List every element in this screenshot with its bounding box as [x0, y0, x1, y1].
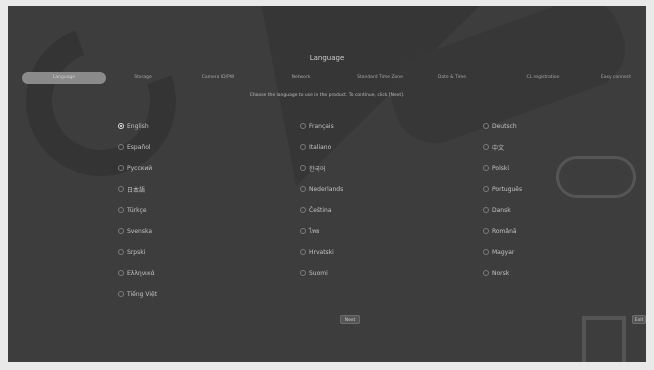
language-option-turkish[interactable]: Türkçe	[118, 205, 147, 215]
language-label: Dansk	[492, 206, 511, 214]
language-option-english[interactable]: English	[118, 121, 149, 131]
radio-icon	[118, 291, 124, 297]
language-option-swedish[interactable]: Svenska	[118, 226, 152, 236]
setup-screen: Language Language Storage Camera ID/PW N…	[8, 6, 646, 362]
language-option-polish[interactable]: Polski	[483, 163, 509, 173]
radio-icon	[483, 249, 489, 255]
language-label: Hrvatski	[309, 248, 334, 256]
language-option-croatian[interactable]: Hrvatski	[300, 247, 334, 257]
language-label: 日本語	[127, 186, 146, 194]
radio-icon	[118, 249, 124, 255]
language-label: Deutsch	[492, 122, 517, 130]
language-label: 한국어	[309, 165, 326, 173]
language-label: Français	[309, 122, 334, 130]
wizard-steps: Language Storage Camera ID/PW Network St…	[16, 72, 638, 84]
radio-icon	[300, 228, 306, 234]
radio-icon	[300, 207, 306, 213]
language-label: Español	[127, 143, 151, 151]
step-date-time[interactable]: Date & Time	[426, 72, 478, 84]
cloud-icon	[556, 156, 636, 198]
radio-icon	[300, 123, 306, 129]
language-label: Ελληνικά	[127, 269, 155, 277]
radio-icon	[300, 144, 306, 150]
step-network[interactable]: Network	[278, 72, 324, 84]
step-easy-connect[interactable]: Easy connect	[588, 72, 644, 84]
language-option-norwegian[interactable]: Norsk	[483, 268, 509, 278]
radio-icon	[483, 186, 489, 192]
trash-icon	[582, 316, 626, 362]
language-option-french[interactable]: Français	[300, 121, 334, 131]
language-option-finnish[interactable]: Suomi	[300, 268, 328, 278]
radio-icon	[300, 249, 306, 255]
radio-icon	[300, 186, 306, 192]
language-option-dutch[interactable]: Nederlands	[300, 184, 343, 194]
radio-icon	[483, 123, 489, 129]
language-option-german[interactable]: Deutsch	[483, 121, 517, 131]
background-ring-shape	[8, 6, 201, 201]
language-label: Türkçe	[127, 206, 147, 214]
instruction-text: Choose the language to use in the produc…	[249, 93, 405, 98]
language-option-japanese[interactable]: 日本語	[118, 184, 145, 194]
radio-icon	[118, 165, 124, 171]
radio-icon	[483, 228, 489, 234]
language-label: 中文	[492, 144, 505, 152]
exit-button[interactable]: Exit	[632, 315, 646, 324]
language-option-danish[interactable]: Dansk	[483, 205, 511, 215]
step-storage[interactable]: Storage	[120, 72, 166, 84]
radio-icon	[483, 207, 489, 213]
language-label: Italiano	[309, 143, 332, 151]
radio-icon	[483, 144, 489, 150]
radio-icon	[118, 207, 124, 213]
radio-icon	[483, 165, 489, 171]
language-option-russian[interactable]: Русский	[118, 163, 152, 173]
language-option-italian[interactable]: Italiano	[300, 142, 331, 152]
radio-icon	[118, 186, 124, 192]
page-title: Language	[309, 54, 345, 62]
radio-icon	[118, 228, 124, 234]
language-label: Polski	[492, 164, 510, 172]
language-label: Magyar	[492, 248, 515, 256]
language-option-serbian[interactable]: Srpski	[118, 247, 145, 257]
language-option-korean[interactable]: 한국어	[300, 163, 326, 173]
radio-icon	[118, 144, 124, 150]
language-option-portuguese[interactable]: Português	[483, 184, 522, 194]
language-label: Suomi	[309, 269, 328, 277]
language-label: Русский	[127, 164, 153, 172]
language-label: English	[127, 122, 149, 130]
language-option-thai[interactable]: ไทย	[300, 226, 320, 236]
step-camera-id-pw[interactable]: Camera ID/PW	[186, 72, 250, 84]
radio-icon	[300, 165, 306, 171]
language-option-chinese[interactable]: 中文	[483, 142, 504, 152]
language-option-greek[interactable]: Ελληνικά	[118, 268, 155, 278]
radio-icon	[118, 270, 124, 276]
radio-selected-icon	[118, 123, 124, 129]
language-option-romanian[interactable]: Română	[483, 226, 517, 236]
language-option-vietnamese[interactable]: Tiếng Việt	[118, 289, 157, 299]
next-button[interactable]: Next	[340, 315, 360, 324]
language-option-czech[interactable]: Čeština	[300, 205, 332, 215]
step-time-zone[interactable]: Standard Time Zone	[342, 72, 418, 84]
language-label: Tiếng Việt	[127, 290, 158, 298]
language-label: Svenska	[127, 227, 153, 235]
language-label: Português	[492, 185, 523, 193]
language-label: ไทย	[309, 228, 320, 235]
step-language[interactable]: Language	[22, 72, 106, 84]
language-label: Norsk	[492, 269, 510, 277]
radio-icon	[483, 270, 489, 276]
language-label: Română	[492, 227, 517, 235]
language-option-espanol[interactable]: Español	[118, 142, 151, 152]
language-label: Čeština	[309, 206, 332, 214]
language-option-hungarian[interactable]: Magyar	[483, 247, 514, 257]
radio-icon	[300, 270, 306, 276]
language-label: Srpski	[127, 248, 146, 256]
language-label: Nederlands	[309, 185, 344, 193]
step-cl-registration[interactable]: CL registration	[508, 72, 578, 84]
